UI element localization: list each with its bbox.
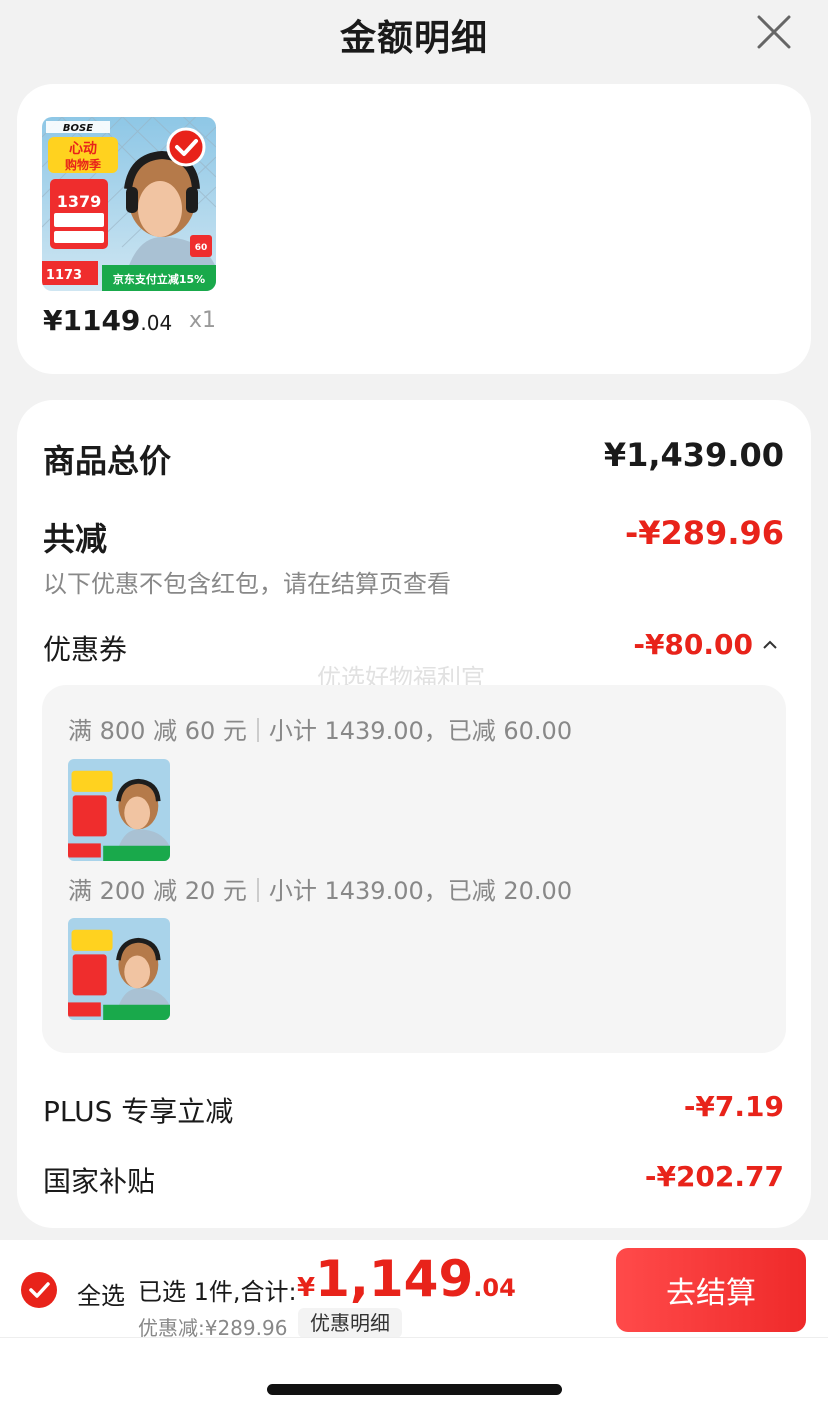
svg-text:京东支付立减15%: 京东支付立减15% (113, 272, 205, 286)
divider (0, 1337, 828, 1338)
plus-discount-value: -¥7.19 (683, 1090, 784, 1123)
total-price-label: 商品总价 (43, 442, 172, 480)
chevron-up-icon (763, 640, 777, 649)
coupon-panel: 满 800 减 60 元小计 1439.00，已减 60.00 满 200 减 … (42, 685, 786, 1053)
total-price-value: ¥1,439.00 (603, 436, 784, 474)
close-icon (757, 15, 791, 49)
home-indicator (267, 1384, 562, 1395)
coupon-line: 满 800 减 60 元小计 1439.00，已减 60.00 (68, 717, 573, 745)
price-detail-card: 商品总价 ¥1,439.00 共减 -¥289.96 以下优惠不包含红包，请在结… (17, 400, 811, 1228)
coupon-product-image (68, 759, 170, 861)
product-image[interactable]: BOSE 心动 购物季 1379 1173 京东支付立减15% 60 (42, 117, 216, 291)
total-price: ¥1,149.04 (297, 1250, 516, 1308)
svg-text:1379: 1379 (57, 192, 102, 211)
coupon-line: 满 200 减 20 元小计 1439.00，已减 20.00 (68, 877, 573, 905)
product-quantity: x1 (189, 308, 217, 333)
close-button[interactable] (754, 12, 794, 52)
selected-count-text: 已选 1件,合计: (138, 1278, 297, 1306)
svg-text:1173: 1173 (46, 268, 82, 283)
discount-detail-button[interactable]: 优惠明细 (298, 1308, 402, 1338)
product-card: BOSE 心动 购物季 1379 1173 京东支付立减15% 60 ¥1149… (17, 84, 811, 374)
check-icon (29, 1282, 50, 1298)
discount-note: 以下优惠不包含红包，请在结算页查看 (43, 570, 451, 598)
total-discount-value: -¥289.96 (624, 514, 784, 552)
checkout-button[interactable]: 去结算 (616, 1248, 806, 1332)
svg-text:心动: 心动 (69, 140, 97, 157)
subsidy-label: 国家补贴 (43, 1165, 156, 1198)
coupon-product-image (68, 918, 170, 1020)
svg-text:60: 60 (195, 243, 208, 253)
product-price: ¥1149.04 (43, 304, 173, 337)
select-all-label[interactable]: 全选 (77, 1276, 125, 1311)
page-header: 金额明细 (0, 0, 828, 70)
svg-text:BOSE: BOSE (63, 123, 93, 134)
page-title: 金额明细 (339, 18, 488, 59)
coupon-value: -¥80.00 (633, 628, 753, 661)
subsidy-value: -¥202.77 (644, 1160, 784, 1193)
select-all-checkbox[interactable] (21, 1272, 57, 1308)
total-discount-label: 共减 (43, 520, 108, 558)
coupon-toggle[interactable]: -¥80.00 (633, 628, 779, 661)
plus-discount-label: PLUS 专享立减 (43, 1095, 234, 1128)
coupon-label: 优惠券 (43, 633, 128, 666)
svg-text:购物季: 购物季 (65, 157, 102, 172)
